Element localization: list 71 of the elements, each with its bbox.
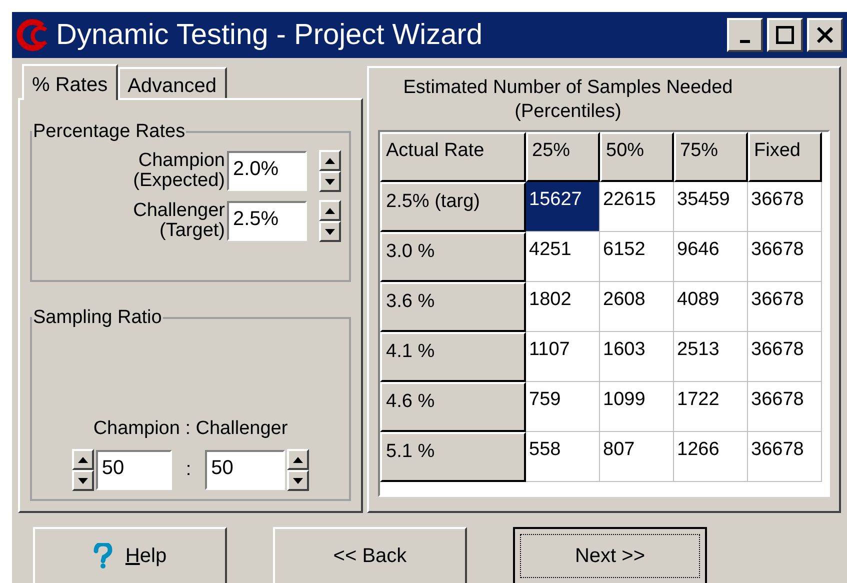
- column-header[interactable]: 50%: [600, 132, 674, 182]
- field-label: Challenger (Target): [133, 201, 225, 241]
- row-header[interactable]: 2.5% (targ): [380, 182, 526, 232]
- down-arrow-icon: [293, 478, 304, 484]
- table-cell[interactable]: 1722: [674, 382, 748, 432]
- table-cell[interactable]: 2513: [674, 332, 748, 382]
- up-arrow-icon: [325, 208, 335, 214]
- table-cell[interactable]: 1802: [526, 282, 600, 332]
- maximize-button[interactable]: [767, 18, 803, 52]
- row-header[interactable]: 3.6 %: [380, 282, 526, 332]
- row-header[interactable]: 4.1 %: [380, 332, 526, 382]
- spin-buttons[interactable]: [319, 150, 341, 192]
- question-mark-icon: [93, 543, 114, 569]
- table-cell[interactable]: 36678: [748, 382, 822, 432]
- up-arrow-icon: [78, 456, 88, 462]
- row-header[interactable]: 4.6 %: [380, 382, 526, 432]
- field-label: Champion (Expected): [133, 151, 225, 191]
- table-cell[interactable]: 1107: [526, 332, 600, 382]
- table-cell[interactable]: 36678: [748, 282, 822, 332]
- table-cell[interactable]: 6152: [600, 232, 674, 282]
- table-cell[interactable]: 15627: [526, 182, 600, 232]
- row-header[interactable]: 5.1 %: [380, 432, 526, 482]
- column-header[interactable]: 25%: [526, 132, 600, 182]
- table-cell[interactable]: 1603: [600, 332, 674, 382]
- table-cell[interactable]: 4251: [526, 232, 600, 282]
- table-cell[interactable]: 1266: [674, 432, 748, 482]
- down-arrow-icon: [325, 228, 335, 234]
- table-cell[interactable]: 807: [600, 432, 674, 482]
- help-button[interactable]: Help: [33, 527, 227, 583]
- group-title: Percentage Rates: [32, 122, 186, 142]
- ratio-separator: :: [184, 458, 192, 482]
- table-cell[interactable]: 22615: [600, 182, 674, 232]
- input-field[interactable]: 2.0%: [227, 151, 307, 191]
- spin-buttons[interactable]: [319, 200, 341, 242]
- tab[interactable]: Advanced: [118, 67, 227, 98]
- table-cell[interactable]: 2608: [600, 282, 674, 332]
- table-cell[interactable]: 36678: [748, 432, 822, 482]
- wizard-button[interactable]: Next >>: [513, 527, 707, 583]
- window-title: Dynamic Testing - Project Wizard: [56, 20, 484, 50]
- table-cell[interactable]: 36678: [748, 332, 822, 382]
- column-header[interactable]: 75%: [674, 132, 748, 182]
- table-cell[interactable]: 35459: [674, 182, 748, 232]
- tab[interactable]: % Rates: [22, 64, 118, 100]
- table-cell[interactable]: 36678: [748, 232, 822, 282]
- input-field[interactable]: 50: [96, 450, 172, 490]
- close-icon: [817, 27, 833, 43]
- column-header[interactable]: Actual Rate: [380, 132, 526, 182]
- input-field[interactable]: 2.5%: [227, 201, 307, 241]
- spin-buttons[interactable]: [72, 449, 94, 491]
- table-cell[interactable]: 4089: [674, 282, 748, 332]
- down-arrow-icon: [78, 478, 88, 484]
- minimize-button[interactable]: [727, 18, 763, 52]
- table-cell[interactable]: 759: [526, 382, 600, 432]
- input-field[interactable]: 50: [205, 450, 286, 490]
- up-arrow-icon: [325, 158, 335, 164]
- wizard-button[interactable]: << Back: [273, 527, 467, 583]
- row-header[interactable]: 3.0 %: [380, 232, 526, 282]
- close-button[interactable]: [807, 18, 843, 52]
- ratio-caption: Champion : Challenger: [93, 416, 288, 440]
- down-arrow-icon: [325, 178, 335, 184]
- table-cell[interactable]: 36678: [748, 182, 822, 232]
- table-title: Estimated Number of Samples Needed (Percentiles): [402, 76, 734, 124]
- spin-buttons[interactable]: [287, 449, 310, 491]
- table-cell[interactable]: 1099: [600, 382, 674, 432]
- up-arrow-icon: [293, 456, 304, 462]
- minimize-icon: [740, 40, 750, 42]
- column-header[interactable]: Fixed: [748, 132, 822, 182]
- table-cell[interactable]: 9646: [674, 232, 748, 282]
- table-cell[interactable]: 558: [526, 432, 600, 482]
- group-title: Sampling Ratio: [32, 308, 163, 328]
- maximize-icon: [776, 26, 794, 44]
